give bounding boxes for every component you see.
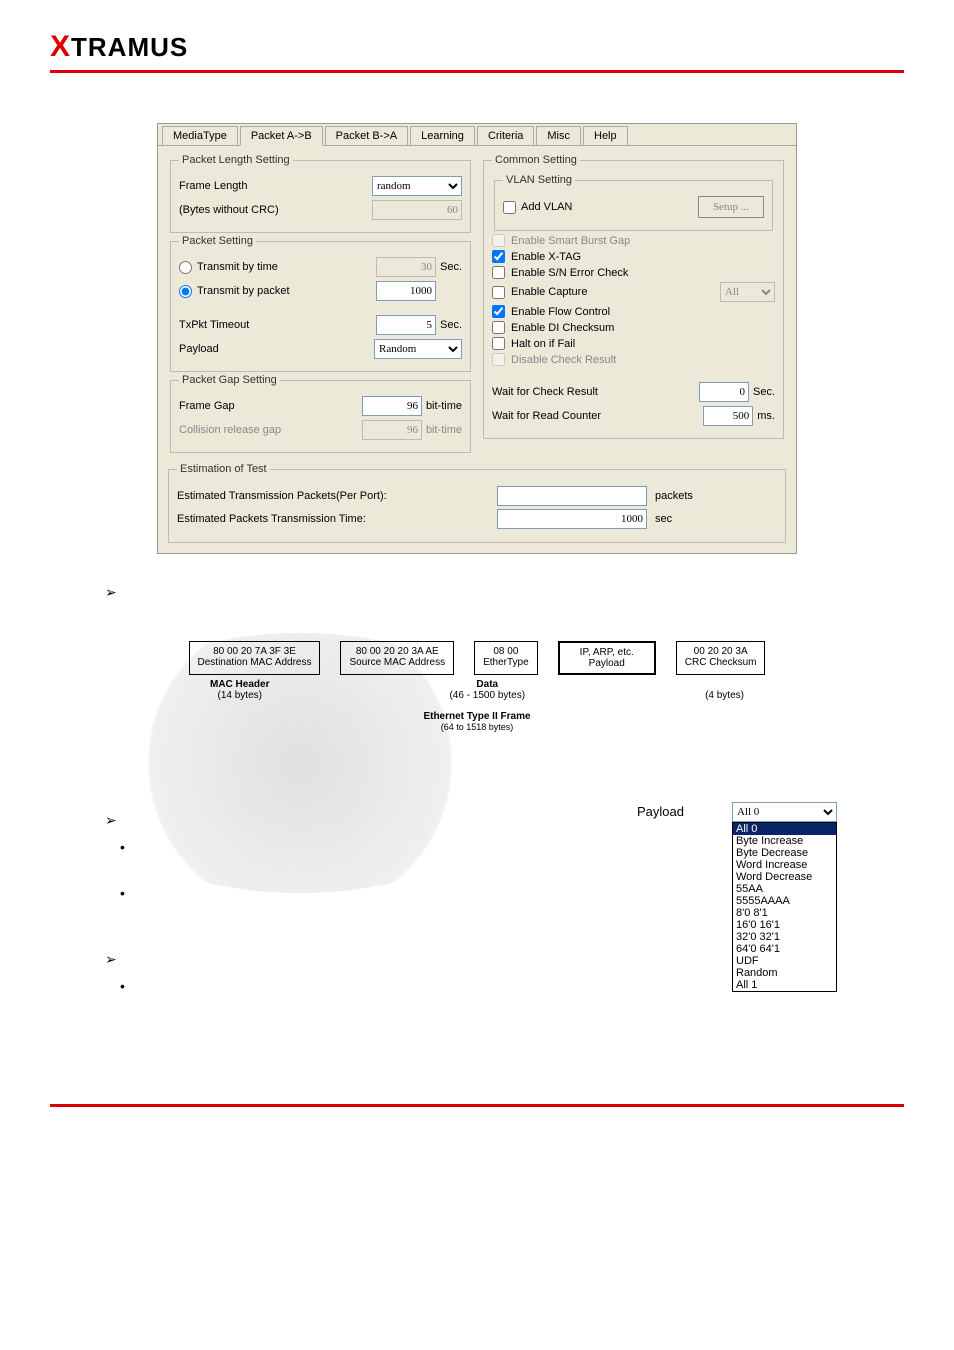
collision-gap-input [362,420,422,440]
frame-length-select[interactable]: random [372,176,462,196]
packet-setting: Packet Setting Transmit by time Sec. Tra… [170,235,471,372]
tab-packet-ab[interactable]: Packet A->B [240,126,323,146]
pls-legend: Packet Length Setting [179,154,293,166]
vlan-setup-button: Setup ... [698,196,764,218]
payload-label: Payload [179,343,374,355]
ms-unit: ms. [757,410,775,422]
tab-learning[interactable]: Learning [410,126,475,145]
halt-on-fail-checkbox[interactable] [492,337,505,350]
dest-mac-box: 80 00 20 7A 3F 3EDestination MAC Address [189,641,321,675]
bullet-3: • [120,978,904,994]
packets-unit: packets [655,490,693,502]
bytes-no-crc-input [372,200,462,220]
transmit-time-input [376,257,436,277]
pgs-legend: Packet Gap Setting [179,374,280,386]
src-mac-box: 80 00 20 20 3A AESource MAC Address [340,641,454,675]
transmit-packet-input[interactable] [376,281,436,301]
sec-unit-2: Sec. [440,319,462,331]
est-time-input[interactable] [497,509,647,529]
enable-di-checksum-checkbox[interactable] [492,321,505,334]
tab-criteria[interactable]: Criteria [477,126,534,145]
tab-packet-ba[interactable]: Packet B->A [325,126,408,145]
data-sub: Data(46 - 1500 bytes) [449,679,525,701]
add-vlan-checkbox[interactable] [503,201,516,214]
txpkt-timeout-input[interactable] [376,315,436,335]
wait-read-counter-label: Wait for Read Counter [492,410,703,422]
c5-label: Enable Flow Control [511,306,610,318]
settings-dialog: MediaType Packet A->B Packet B->A Learni… [157,123,797,554]
cs-legend: Common Setting [492,154,580,166]
sec-unit-4: sec [655,513,672,525]
est-packets-input[interactable] [497,486,647,506]
ethertype-box: 08 00EtherType [474,641,538,675]
add-vlan-label: Add VLAN [521,201,698,213]
bullet-2: • [120,885,904,901]
sec-unit-3: Sec. [753,386,775,398]
ps-legend: Packet Setting [179,235,256,247]
bittime-unit-2: bit-time [426,424,462,436]
frame-caption: Ethernet Type II Frame (64 to 1518 bytes… [117,711,837,732]
c7-label: Halt on if Fail [511,338,575,350]
bytes-no-crc-label: (Bytes without CRC) [179,204,372,216]
payload-box: IP, ARP, etc.Payload [558,641,656,675]
frame-gap-input[interactable] [362,396,422,416]
arrow-bullet: ➢ [105,584,904,601]
bittime-unit: bit-time [426,400,462,412]
crc-box: 00 20 20 3ACRC Checksum [676,641,766,675]
tab-misc[interactable]: Misc [536,126,581,145]
brand-logo: XTRAMUS [50,30,904,64]
capture-select: All [720,282,775,302]
txpkt-timeout-label: TxPkt Timeout [179,319,376,331]
collision-gap-label: Collision release gap [179,424,362,436]
c3-label: Enable S/N Error Check [511,267,628,279]
sec-unit: Sec. [440,261,462,273]
enable-smart-burst-gap-checkbox [492,234,505,247]
transmit-by-time-label: Transmit by time [197,261,376,273]
c4-label: Enable Capture [511,286,720,298]
c2-label: Enable X-TAG [511,251,581,263]
payload-select[interactable]: Random [374,339,462,359]
packet-length-setting: Packet Length Setting Frame Length rando… [170,154,471,233]
bullet-1: • [120,839,904,855]
est-packets-label: Estimated Transmission Packets(Per Port)… [177,490,437,502]
vlan-legend: VLAN Setting [503,174,575,186]
c8-label: Disable Check Result [511,354,616,366]
tab-bar: MediaType Packet A->B Packet B->A Learni… [158,124,796,146]
c6-label: Enable DI Checksum [511,322,614,334]
enable-xtag-checkbox[interactable] [492,250,505,263]
crc-sub: (4 bytes) [705,679,744,701]
tab-mediatype[interactable]: MediaType [162,126,238,145]
common-setting: Common Setting VLAN Setting Add VLAN Set… [483,154,784,439]
ethernet-frame-diagram: 80 00 20 7A 3F 3EDestination MAC Address… [117,641,837,732]
estimation-of-test: Estimation of Test Estimated Transmissio… [168,463,786,543]
est-time-label: Estimated Packets Transmission Time: [177,513,437,525]
enable-sn-error-checkbox[interactable] [492,266,505,279]
disable-check-result-checkbox [492,353,505,366]
transmit-by-packet-radio[interactable] [179,285,192,298]
mac-header-sub: MAC Header(14 bytes) [210,679,269,701]
vlan-setting: VLAN Setting Add VLAN Setup ... [494,174,773,231]
est-legend: Estimation of Test [177,463,270,475]
wait-check-result-input[interactable] [699,382,749,402]
arrow-bullet-3: ➢ [105,951,904,968]
transmit-by-packet-label: Transmit by packet [197,285,376,297]
frame-length-label: Frame Length [179,180,372,192]
wait-read-counter-input[interactable] [703,406,753,426]
enable-capture-checkbox[interactable] [492,286,505,299]
c1-label: Enable Smart Burst Gap [511,235,630,247]
footer-divider [50,1104,904,1107]
wait-check-result-label: Wait for Check Result [492,386,699,398]
tab-help[interactable]: Help [583,126,628,145]
enable-flow-control-checkbox[interactable] [492,305,505,318]
packet-gap-setting: Packet Gap Setting Frame Gap bit-time Co… [170,374,471,453]
frame-gap-label: Frame Gap [179,400,362,412]
transmit-by-time-radio[interactable] [179,261,192,274]
arrow-bullet-2: ➢ [105,812,904,829]
